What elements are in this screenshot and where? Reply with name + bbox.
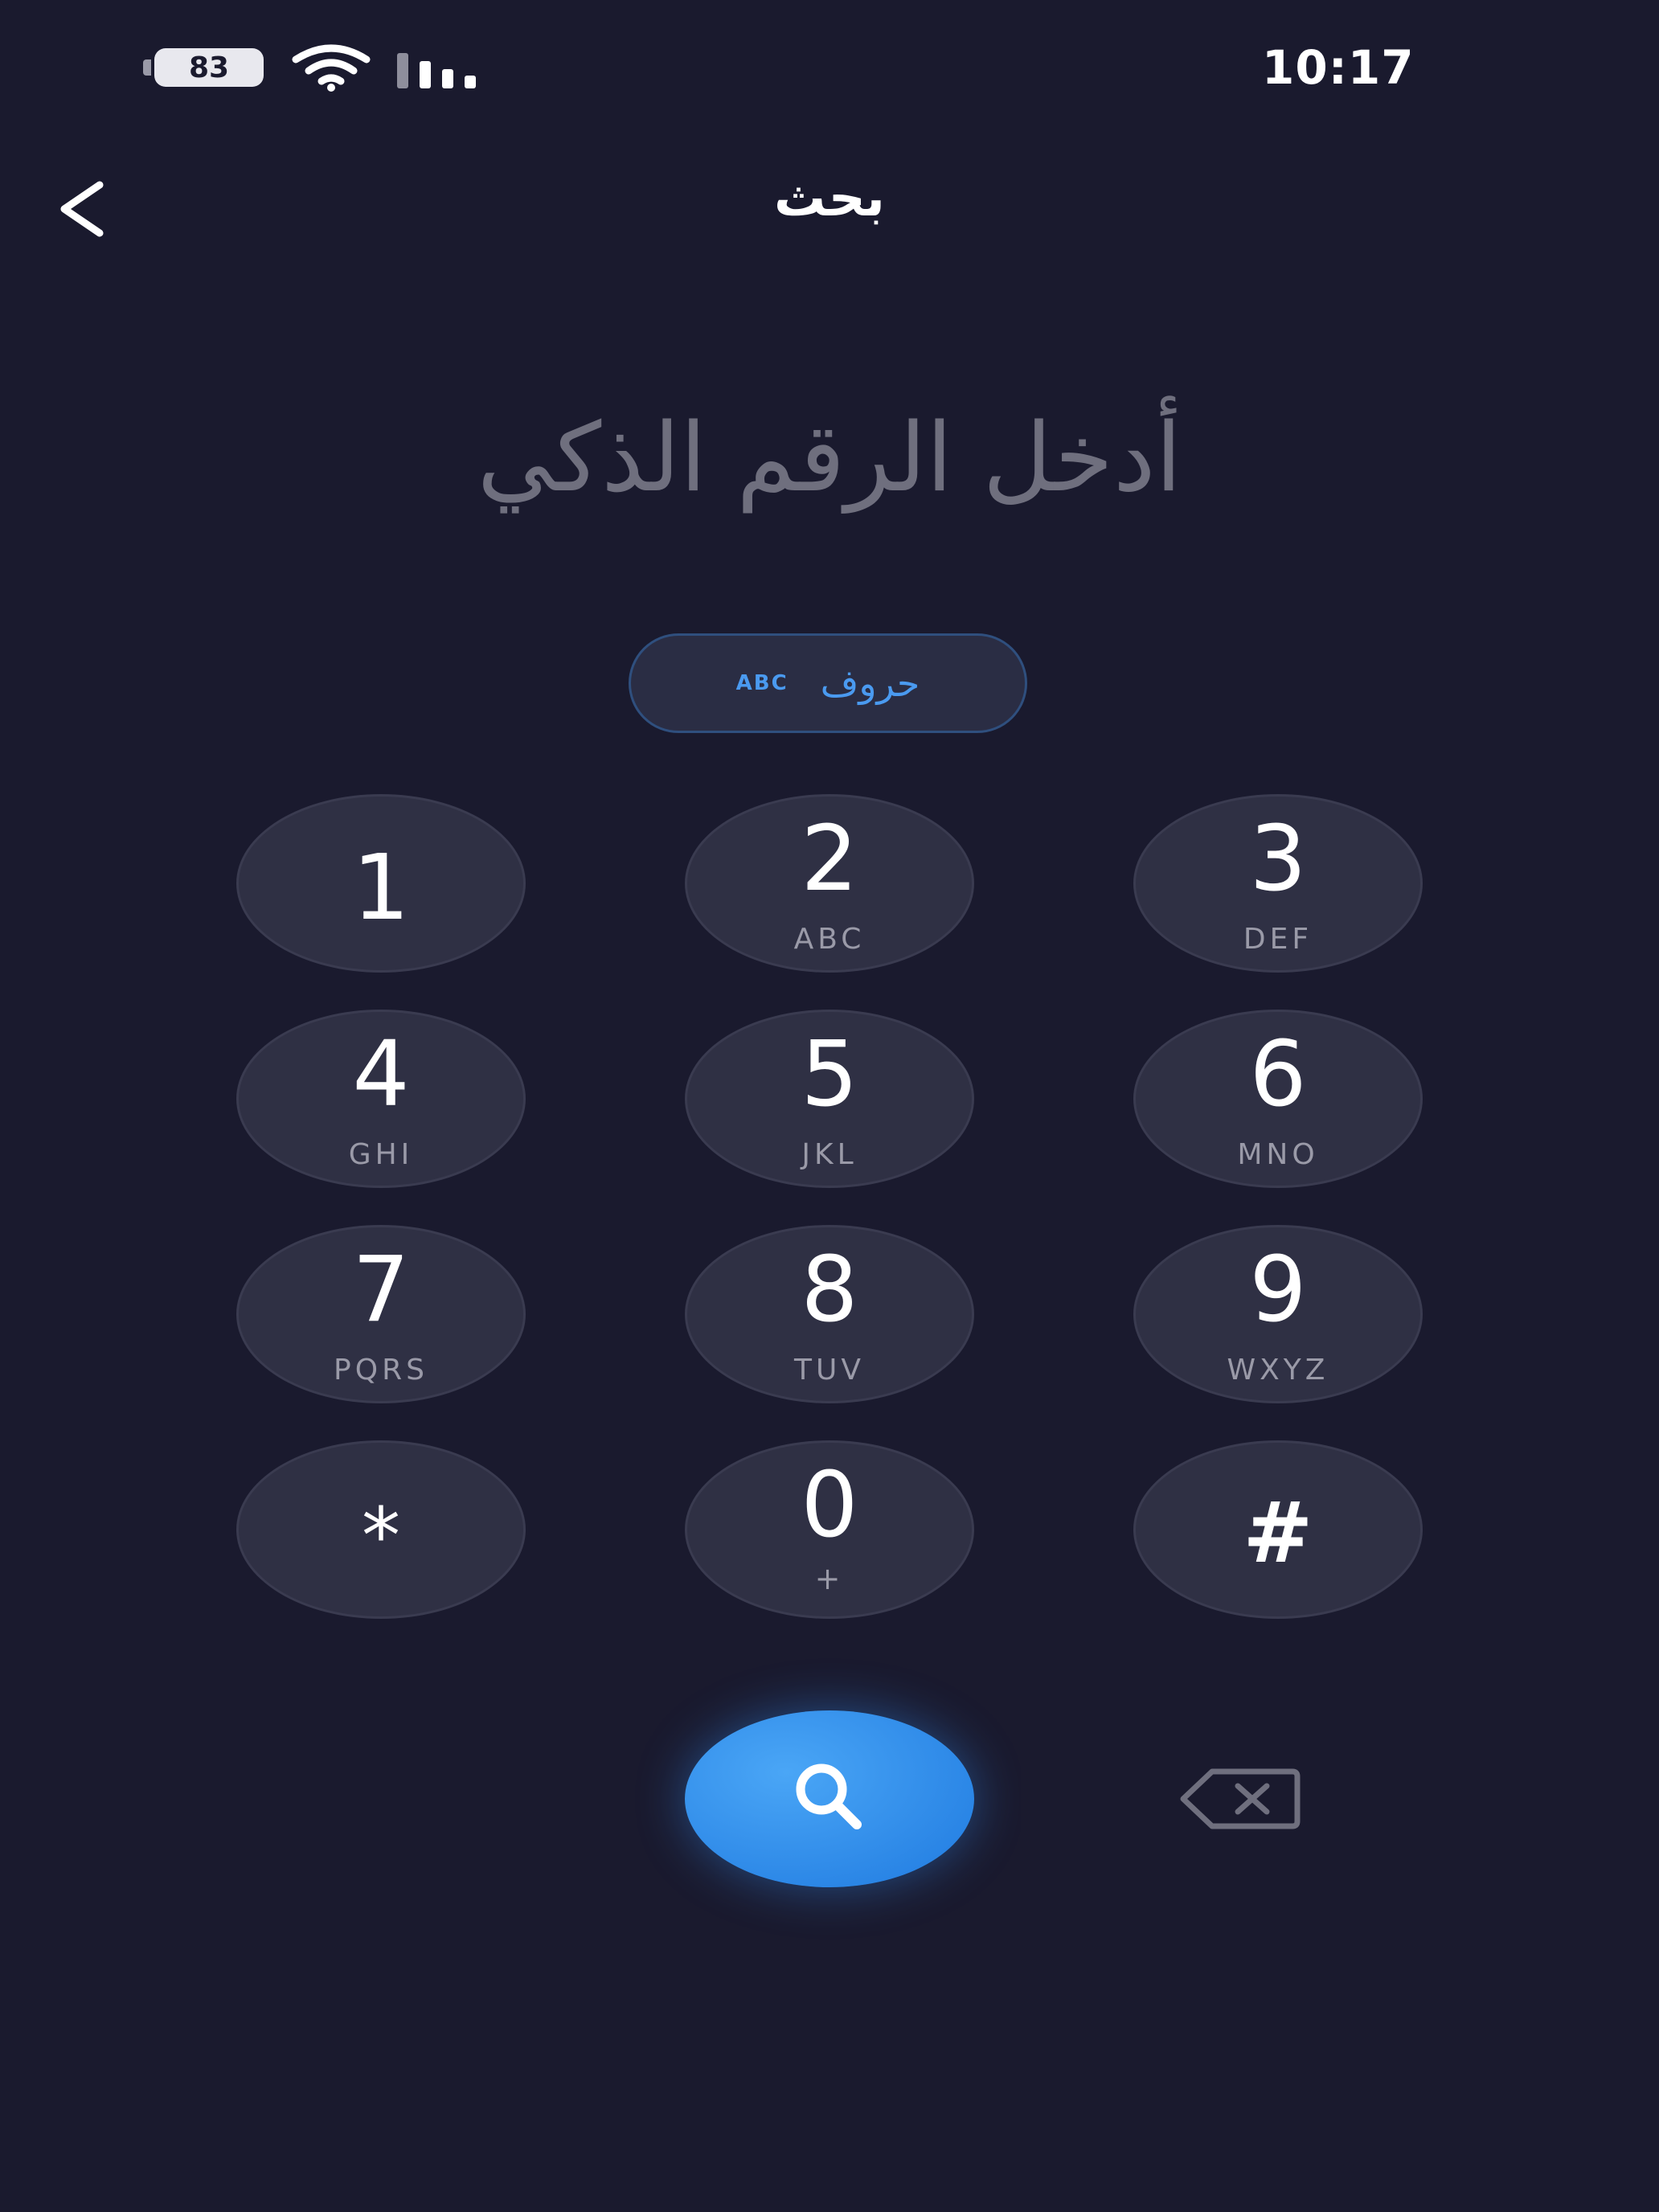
wifi-icon — [292, 44, 371, 92]
key-digit: 1 — [352, 836, 410, 940]
status-time: 10:17 — [1262, 40, 1415, 95]
key-digit: 3 — [1249, 807, 1307, 911]
key-letters: GHI — [348, 1138, 414, 1171]
key-letters: + — [814, 1561, 845, 1596]
number-input-placeholder: أدخل الرقم الذكي — [477, 402, 1182, 513]
signal-icon — [397, 53, 476, 88]
key-letters: DEF — [1243, 923, 1313, 956]
letters-toggle-button[interactable]: ABC حروف — [629, 633, 1027, 733]
key-letters: WXYZ — [1227, 1354, 1329, 1387]
key-digit: 9 — [1249, 1238, 1307, 1342]
chevron-left-icon[interactable] — [53, 177, 117, 241]
key-digit: 8 — [801, 1238, 858, 1342]
key-digit: # — [1243, 1484, 1313, 1582]
page-title: بحث — [774, 169, 885, 228]
key-1[interactable]: 1 — [236, 794, 526, 973]
letters-toggle-label: حروف — [820, 662, 920, 705]
key-3[interactable]: 3 DEF — [1133, 794, 1423, 973]
key-digit: 4 — [352, 1022, 410, 1127]
key-digit: 2 — [801, 807, 858, 911]
key-digit: * — [362, 1491, 400, 1581]
key-star[interactable]: * — [236, 1440, 526, 1619]
backspace-icon[interactable] — [1180, 1768, 1301, 1829]
key-hash[interactable]: # — [1133, 1440, 1423, 1619]
key-5[interactable]: 5 JKL — [685, 1010, 974, 1188]
key-letters: JKL — [801, 1138, 858, 1171]
key-8[interactable]: 8 TUV — [685, 1225, 974, 1403]
key-digit: 7 — [352, 1238, 410, 1342]
key-9[interactable]: 9 WXYZ — [1133, 1225, 1423, 1403]
key-7[interactable]: 7 PQRS — [236, 1225, 526, 1403]
key-digit: 6 — [1249, 1022, 1307, 1127]
key-letters: ABC — [793, 923, 866, 956]
key-2[interactable]: 2 ABC — [685, 794, 974, 973]
search-icon — [796, 1763, 862, 1829]
battery-icon: 83 — [143, 48, 265, 87]
key-6[interactable]: 6 MNO — [1133, 1010, 1423, 1188]
key-0[interactable]: 0 + — [685, 1440, 974, 1619]
key-letters: MNO — [1237, 1138, 1319, 1171]
battery-nub — [143, 59, 151, 76]
key-digit: 0 — [801, 1453, 858, 1558]
key-4[interactable]: 4 GHI — [236, 1010, 526, 1188]
key-letters: TUV — [794, 1354, 865, 1387]
search-button[interactable] — [685, 1710, 974, 1887]
key-letters: PQRS — [334, 1354, 428, 1387]
battery-level: 83 — [154, 48, 264, 87]
abc-badge: ABC — [735, 671, 789, 695]
key-digit: 5 — [801, 1022, 858, 1127]
